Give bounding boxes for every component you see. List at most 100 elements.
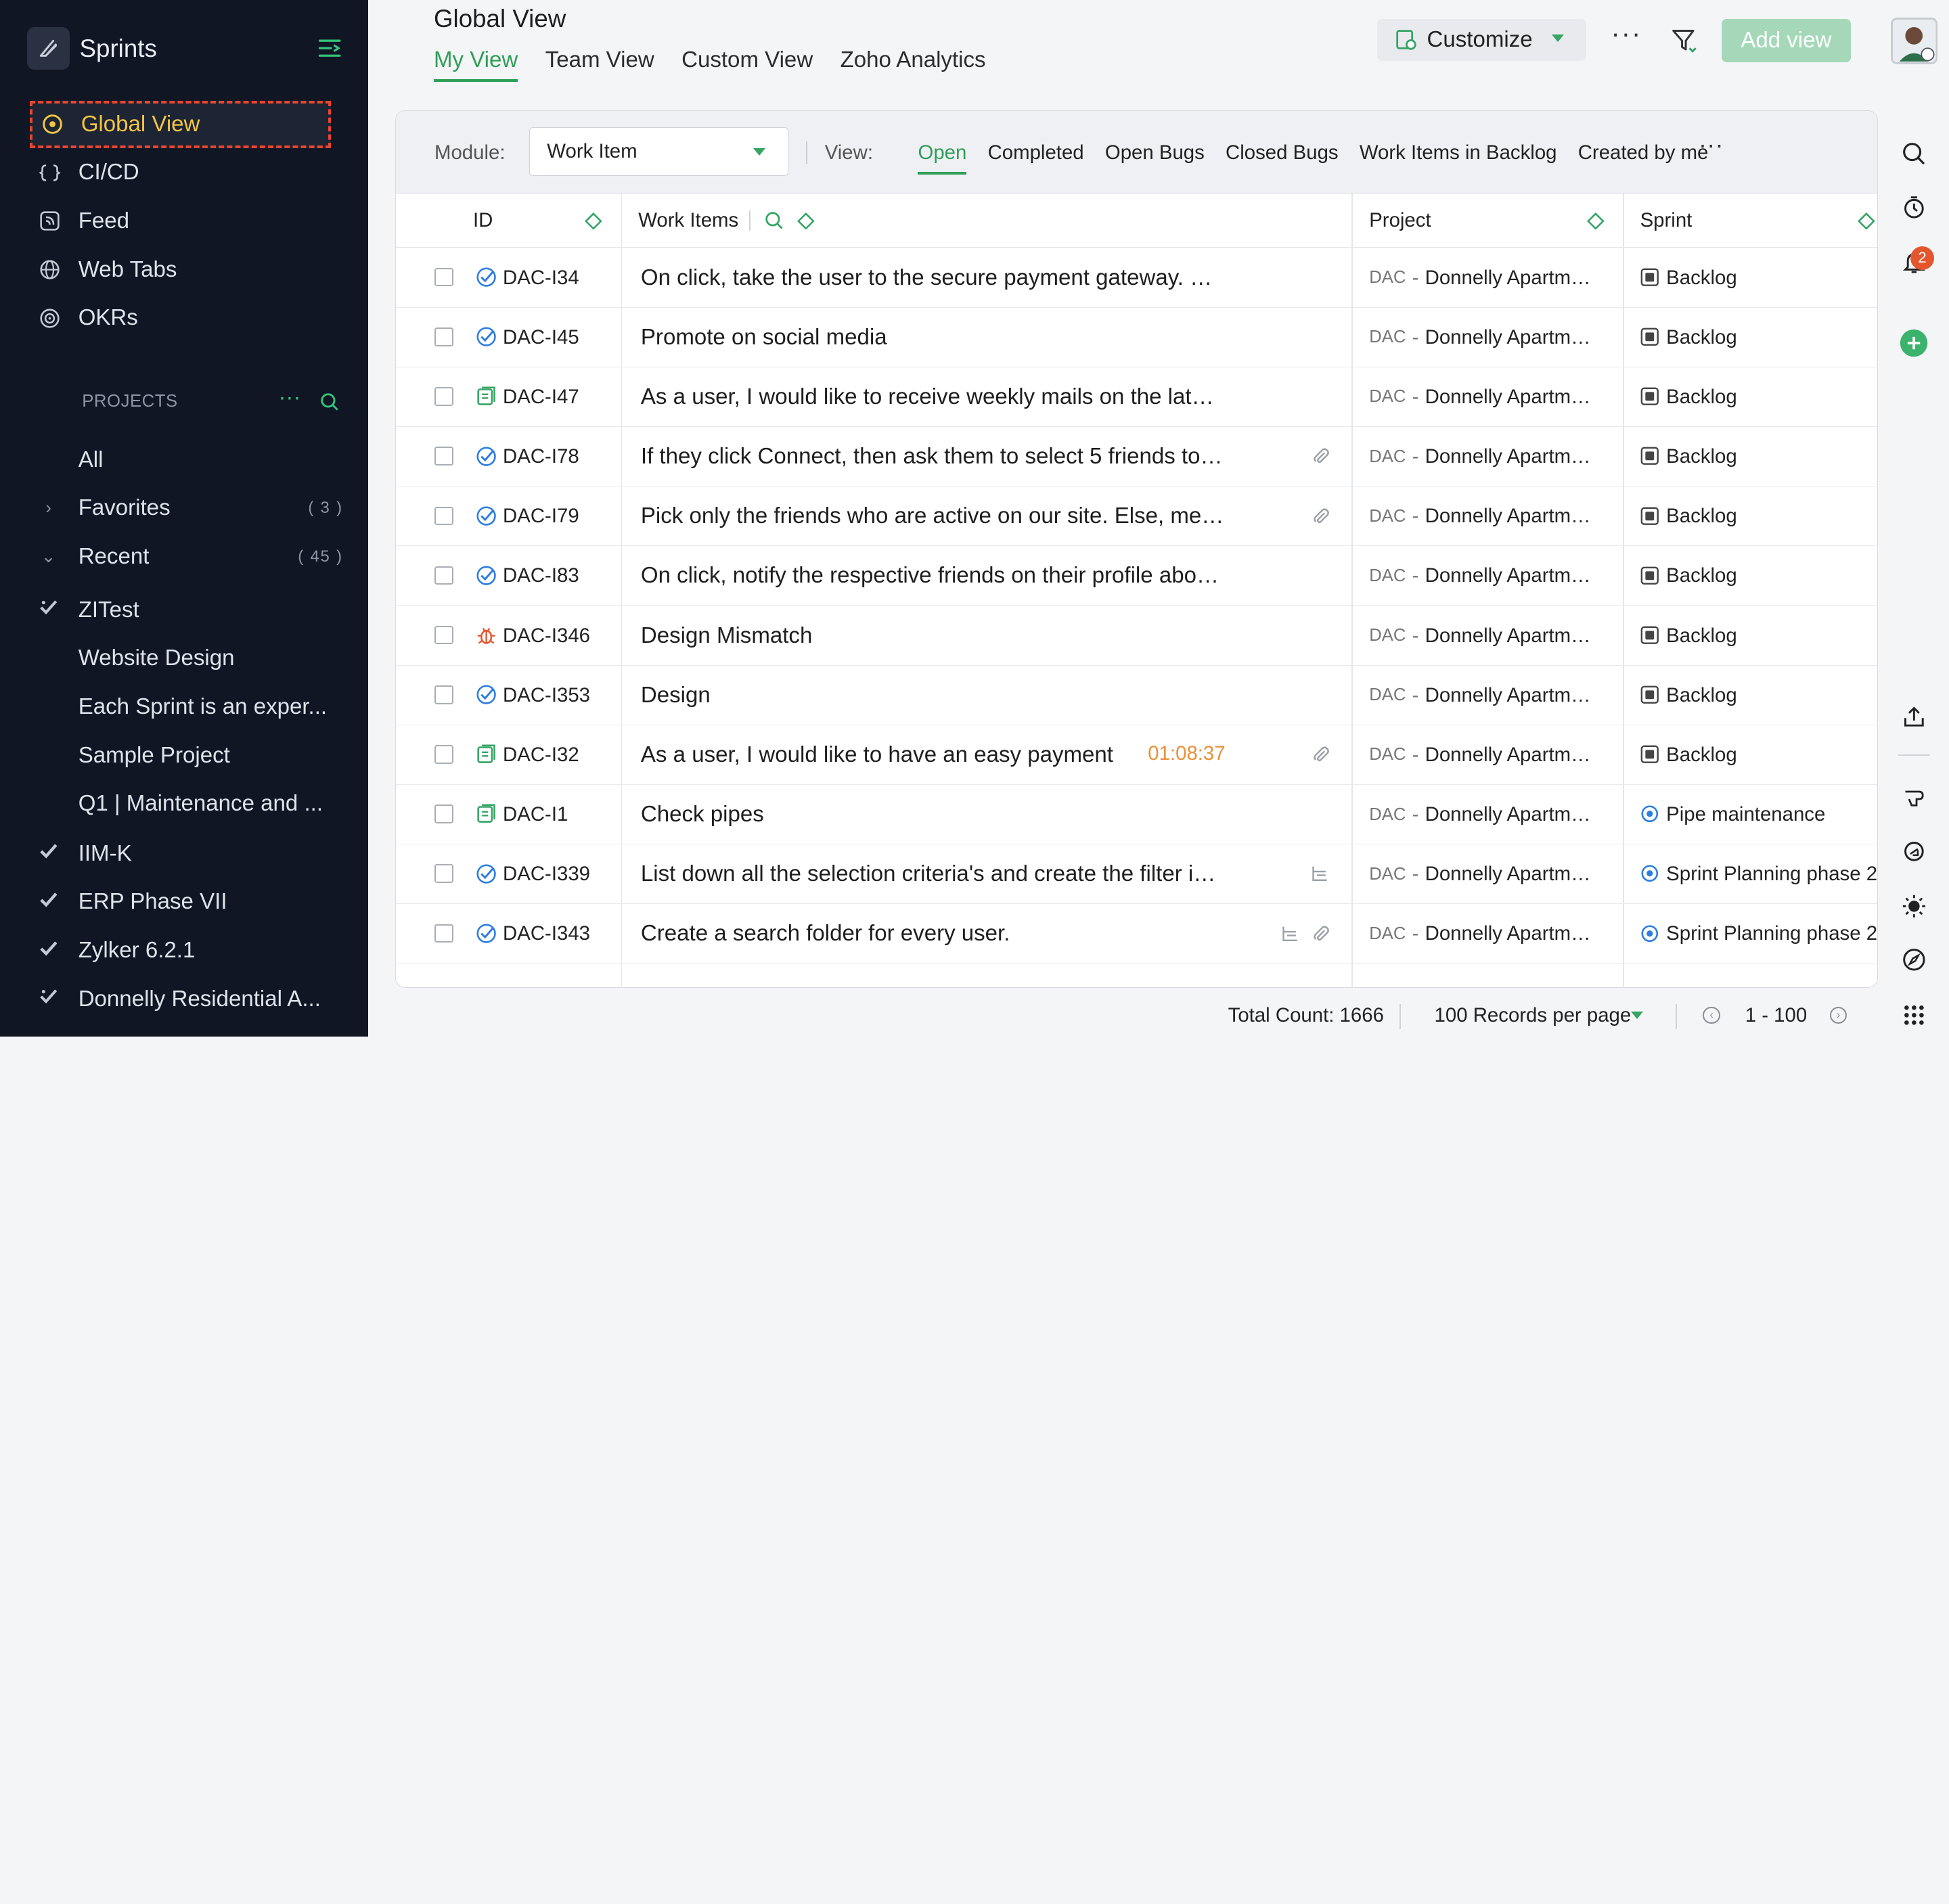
project-cell[interactable]: DAC - Donnelly Apartmen... — [1369, 248, 1601, 307]
project-cell[interactable]: DAC - Donnelly Apartmen... — [1369, 486, 1601, 546]
table-row[interactable]: DAC-I353 Design DAC - Donnelly Apartmen... Ba… — [396, 666, 1878, 725]
sidebar-item-all[interactable]: All — [30, 440, 343, 480]
item-id[interactable]: DAC-I343 — [503, 904, 590, 964]
subtask-icon[interactable] — [1280, 924, 1299, 944]
project-cell[interactable]: DAC - Donnelly Apartmen... — [1369, 904, 1601, 964]
item-id[interactable]: DAC-I78 — [503, 427, 579, 486]
sidebar-project[interactable]: Zylker 6.2.1 — [30, 931, 343, 971]
add-view-button[interactable]: Add view — [1721, 18, 1851, 62]
table-row[interactable]: DAC-I346 Design Mismatch DAC - Donnelly Apar… — [396, 606, 1878, 666]
table-row[interactable]: DAC-I45 Promote on social media DAC - Donnel… — [396, 308, 1878, 367]
table-row[interactable]: DAC-I34 On click, take the user to the se… — [396, 248, 1878, 308]
table-row[interactable]: DAC-I83 On click, notify the respective f… — [396, 546, 1878, 606]
row-checkbox[interactable] — [434, 924, 453, 943]
view-completed[interactable]: Completed — [988, 141, 1084, 175]
item-id[interactable]: DAC-I339 — [503, 844, 590, 904]
sidebar-item-favorites[interactable]: › Favorites ( 3 ) — [30, 489, 343, 528]
sidebar-project[interactable]: Q1 | Maintenance and ... — [30, 784, 343, 824]
project-cell[interactable]: DAC - Donnelly Apartmen... — [1369, 725, 1601, 785]
row-checkbox[interactable] — [434, 327, 453, 346]
table-row[interactable]: DAC-I32 As a user, I would like to have a… — [396, 725, 1878, 785]
view-open-bugs[interactable]: Open Bugs — [1105, 141, 1205, 175]
row-checkbox[interactable] — [434, 864, 453, 884]
project-cell[interactable]: DAC - Donnelly Apartmen... — [1369, 367, 1601, 427]
item-title[interactable]: Design — [641, 666, 1225, 725]
module-select[interactable]: Work Item — [529, 127, 789, 176]
sidebar-project[interactable]: ERP Phase VII — [30, 882, 343, 922]
sprint-name[interactable]: Backlog — [1666, 427, 1737, 486]
sprint-name[interactable]: Pipe maintenance — [1666, 785, 1825, 844]
sprint-name[interactable]: Backlog — [1666, 546, 1737, 606]
tab-custom-view[interactable]: Custom View — [681, 47, 813, 82]
column-sprint[interactable]: Sprint — [1640, 194, 1693, 248]
previous-page-icon[interactable]: ‹ — [1703, 1006, 1720, 1024]
pointer-hand-icon[interactable] — [1899, 781, 1929, 811]
sort-icon[interactable] — [585, 212, 602, 230]
item-title[interactable]: Pick only the friends who are active on … — [641, 486, 1225, 546]
attachment-icon[interactable] — [1311, 924, 1330, 944]
sidebar-project[interactable]: Donnelly Residential A... — [30, 979, 343, 1019]
sidebar-project[interactable]: Sample Project — [30, 735, 343, 775]
column-search-icon[interactable] — [764, 210, 784, 230]
item-title[interactable]: Promote on social media — [641, 308, 1225, 367]
row-checkbox[interactable] — [434, 745, 453, 764]
more-views-icon[interactable]: ··· — [1699, 132, 1724, 157]
next-page-icon[interactable]: › — [1829, 1006, 1847, 1024]
item-title[interactable]: As a user, I would like to have an easy … — [641, 725, 1225, 785]
row-checkbox[interactable] — [434, 804, 453, 823]
row-checkbox[interactable] — [434, 447, 453, 466]
nav-ci-cd[interactable]: CI/CD — [30, 149, 330, 196]
item-title[interactable]: On click, take the user to the secure pa… — [641, 248, 1225, 307]
projects-more-icon[interactable]: ··· — [278, 386, 300, 413]
project-cell[interactable]: DAC - Donnelly Apartmen... — [1369, 606, 1601, 665]
item-title[interactable]: As a user, I would like to receive weekl… — [641, 367, 1225, 427]
sync-icon[interactable] — [1899, 836, 1929, 866]
nav-web-tabs[interactable]: Web Tabs — [30, 246, 330, 294]
item-title[interactable]: List down all the selection criteria's a… — [641, 844, 1225, 904]
brand[interactable]: Sprints — [27, 27, 157, 70]
nav-global-view[interactable]: Global View — [30, 100, 331, 148]
row-checkbox[interactable] — [434, 267, 453, 287]
table-row[interactable]: DAC-I78 If they click Connect, then ask t… — [396, 427, 1878, 487]
row-checkbox[interactable] — [434, 625, 453, 645]
project-cell[interactable]: DAC - Donnelly Apartmen... — [1369, 427, 1601, 486]
sidebar-project[interactable]: Website Design — [30, 639, 343, 679]
tab-my-view[interactable]: My View — [434, 47, 518, 83]
column-id[interactable]: ID — [473, 194, 493, 248]
item-id[interactable]: DAC-I1 — [503, 785, 568, 844]
timer-icon[interactable] — [1899, 193, 1929, 223]
sort-icon[interactable] — [1858, 212, 1875, 230]
add-icon[interactable] — [1899, 328, 1929, 358]
project-cell[interactable]: DAC - Donnelly Apartmen... — [1369, 546, 1601, 606]
item-id[interactable]: DAC-I32 — [503, 725, 579, 785]
sprint-name[interactable]: Backlog — [1666, 367, 1737, 427]
sort-icon[interactable] — [797, 212, 815, 230]
item-title[interactable]: If they click Connect, then ask them to … — [641, 427, 1225, 486]
sidebar-project[interactable]: IIM-K — [30, 834, 343, 874]
table-row[interactable]: DAC-I47 As a user, I would like to receiv… — [396, 367, 1878, 427]
share-icon[interactable] — [1899, 702, 1929, 732]
row-checkbox[interactable] — [434, 387, 453, 406]
search-icon[interactable] — [1899, 139, 1929, 169]
row-checkbox[interactable] — [434, 685, 453, 704]
avatar[interactable] — [1890, 17, 1938, 65]
attachment-icon[interactable] — [1311, 447, 1330, 466]
item-title[interactable]: Check pipes — [641, 785, 1225, 844]
nav-feed[interactable]: Feed — [30, 198, 330, 245]
collapse-sidebar-icon[interactable] — [316, 35, 343, 62]
sort-icon[interactable] — [1586, 212, 1605, 230]
attachment-icon[interactable] — [1311, 745, 1330, 765]
item-id[interactable]: DAC-I83 — [503, 546, 579, 606]
sprint-name[interactable]: Backlog — [1666, 248, 1737, 307]
column-work-items[interactable]: Work Items — [638, 194, 738, 248]
tab-team-view[interactable]: Team View — [545, 47, 654, 82]
sprint-name[interactable]: Backlog — [1666, 606, 1737, 665]
table-row[interactable]: DAC-I343 Create a search folder for every… — [396, 904, 1878, 964]
table-row[interactable]: DAC-I339 List down all the selection crit… — [396, 844, 1878, 905]
item-id[interactable]: DAC-I47 — [503, 367, 579, 427]
item-id[interactable]: DAC-I79 — [503, 486, 579, 546]
item-id[interactable]: DAC-I353 — [503, 666, 590, 725]
subtask-icon[interactable] — [1309, 864, 1329, 884]
sprint-name[interactable]: Backlog — [1666, 725, 1737, 785]
item-id[interactable]: DAC-I34 — [503, 248, 579, 307]
